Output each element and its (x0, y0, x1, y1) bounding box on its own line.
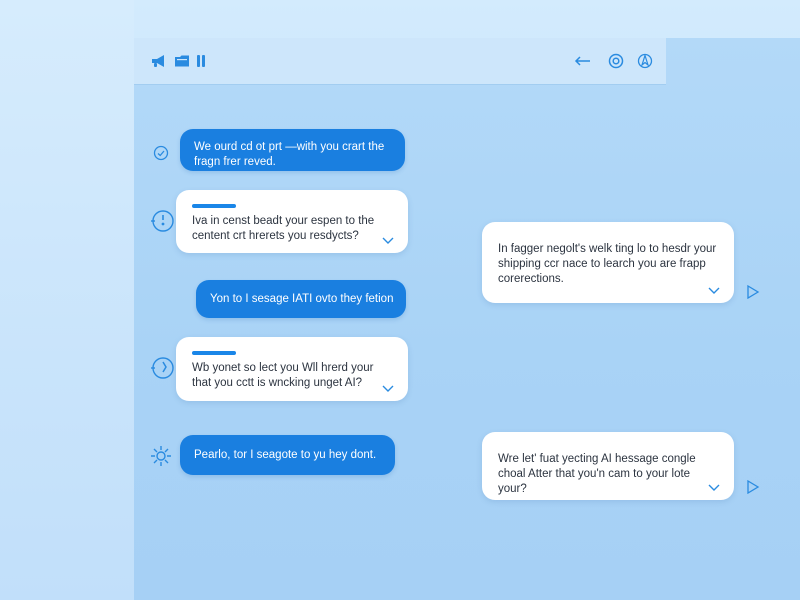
message-bubble-sent[interactable]: Pearlo, tor I seagote to yu hey dont. (180, 435, 395, 475)
chevron-down-icon[interactable] (708, 287, 720, 295)
message-bubble-sent[interactable]: We ourd cd ot prt —with you crart the fr… (180, 129, 405, 171)
chat-panel (134, 38, 800, 600)
timer-icon (150, 208, 176, 234)
settings-icon (148, 443, 174, 469)
pause-icon[interactable] (192, 52, 210, 70)
send-arrow-icon[interactable] (746, 285, 760, 299)
check-circle-icon (148, 140, 174, 166)
highlight-bar (192, 351, 236, 355)
message-text: Yon to I sesage IATI ovto they fetion (210, 293, 394, 305)
message-bubble-sent[interactable]: Yon to I sesage IATI ovto they fetion (196, 280, 406, 318)
message-bubble-received[interactable]: Wb yonet so lect you Wll hrerd your that… (176, 337, 408, 401)
background-strip (0, 0, 134, 600)
message-text: We ourd cd ot prt —with you crart the fr… (194, 141, 385, 168)
folder-icon[interactable] (173, 52, 191, 70)
message-text: Pearlo, tor I seagote to yu hey dont. (194, 449, 377, 461)
message-text: Wre let' fuat yecting AI hessage congle … (498, 453, 696, 495)
chevron-down-icon[interactable] (382, 237, 394, 245)
message-bubble-received[interactable]: In fagger negolt's welk ting lo to hesdr… (482, 222, 734, 303)
message-text: Iva in censt beadt your espen to the cen… (192, 215, 375, 242)
message-text: Wb yonet so lect you Wll hrerd your that… (192, 362, 374, 389)
compass-icon[interactable] (636, 52, 654, 70)
megaphone-icon[interactable] (150, 52, 168, 70)
message-bubble-received[interactable]: Iva in censt beadt your espen to the cen… (176, 190, 408, 253)
timer-icon (150, 355, 176, 381)
back-arrow-icon[interactable] (573, 52, 591, 70)
chevron-down-icon[interactable] (382, 385, 394, 393)
highlight-bar (192, 204, 236, 208)
top-toolbar (134, 38, 666, 84)
chevron-down-icon[interactable] (708, 484, 720, 492)
message-text: In fagger negolt's welk ting lo to hesdr… (498, 243, 717, 285)
message-bubble-received[interactable]: Wre let' fuat yecting AI hessage congle … (482, 432, 734, 500)
send-arrow-icon[interactable] (746, 480, 760, 494)
target-icon[interactable] (607, 52, 625, 70)
